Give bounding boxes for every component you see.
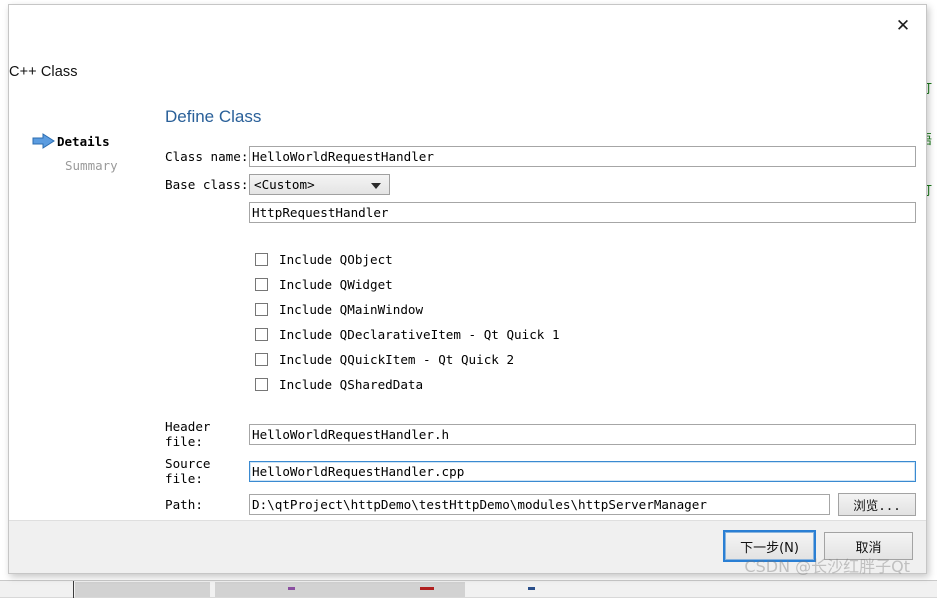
sidebar-item-summary-label: Summary [65,158,118,173]
checkbox-include-qobject[interactable]: Include QObject [255,247,916,272]
checkbox-include-qmainwindow[interactable]: Include QMainWindow [255,297,916,322]
background-bottom-toolbar[interactable] [0,580,937,597]
cancel-button[interactable]: 取消 [824,532,913,560]
checkbox-include-qwidget[interactable]: Include QWidget [255,272,916,297]
background-toolbar-mark [288,587,295,590]
source-file-input[interactable] [249,461,916,482]
path-input[interactable] [249,494,830,515]
checkbox-include-qquickitem[interactable]: Include QQuickItem - Qt Quick 2 [255,347,916,372]
base-class-label: Base class: [159,177,249,192]
custom-base-class-row [159,202,916,223]
next-button[interactable]: 下一步(N) [725,532,814,560]
checkbox-label: Include QMainWindow [279,302,423,317]
checkbox-box[interactable] [255,378,268,391]
checkbox-box[interactable] [255,328,268,341]
blue-arrow-right-icon [31,133,57,149]
sidebar-item-details-label: Details [57,134,110,149]
checkbox-label: Include QObject [279,252,393,267]
background-toolbar-mark [528,587,535,590]
class-name-row: Class name: [159,146,916,167]
footer-button-group: 下一步(N) 取消 [725,532,913,560]
page-title: Define Class [165,107,916,127]
checkbox-label: Include QWidget [279,277,393,292]
dialog-titlebar[interactable]: ✕ [9,5,926,45]
custom-base-class-input[interactable] [249,202,916,223]
class-name-input[interactable] [249,146,916,167]
include-options-group: Include QObject Include QWidget Include … [159,247,916,397]
header-file-input[interactable] [249,424,916,445]
sidebar-item-details[interactable]: Details [31,129,151,153]
background-toolbar-mark [420,587,434,590]
background-toolbar-segment [75,582,210,597]
checkbox-label: Include QDeclarativeItem - Qt Quick 1 [279,327,560,342]
chevron-down-icon [371,183,381,189]
wizard-step-nav: Details Summary [31,129,151,177]
header-file-row: Header file: [159,419,916,449]
checkbox-label: Include QSharedData [279,377,423,392]
checkbox-box[interactable] [255,303,268,316]
checkbox-box[interactable] [255,253,268,266]
source-file-row: Source file: [159,456,916,486]
background-toolbar-divider [73,581,74,598]
close-icon[interactable]: ✕ [880,5,926,45]
path-row: Path: 浏览... [159,493,916,516]
path-label: Path: [159,497,249,512]
dialog-body: C++ Class Details Summary Define Class C… [9,45,926,520]
checkbox-box[interactable] [255,353,268,366]
checkbox-include-qshareddata[interactable]: Include QSharedData [255,372,916,397]
base-class-row: Base class: <Custom> [159,174,916,195]
header-file-label: Header file: [159,419,249,449]
class-name-label: Class name: [159,149,249,164]
checkbox-include-qdeclarativeitem[interactable]: Include QDeclarativeItem - Qt Quick 1 [255,322,916,347]
base-class-selected-value: <Custom> [254,177,315,192]
source-file-label: Source file: [159,456,249,486]
wizard-kind-label: C++ Class [9,64,78,80]
checkbox-box[interactable] [255,278,268,291]
cpp-class-wizard-dialog: ✕ C++ Class Details Summary Define Class [8,4,927,574]
file-location-group: Header file: Source file: Path: 浏览... [159,419,916,516]
define-class-form: Define Class Class name: Base class: <Cu… [159,107,916,523]
dialog-footer: 下一步(N) 取消 CSDN @长沙红胖子Qt [9,520,926,573]
sidebar-item-summary[interactable]: Summary [31,153,151,177]
base-class-select[interactable]: <Custom> [249,174,390,195]
browse-button[interactable]: 浏览... [838,493,916,516]
checkbox-label: Include QQuickItem - Qt Quick 2 [279,352,514,367]
